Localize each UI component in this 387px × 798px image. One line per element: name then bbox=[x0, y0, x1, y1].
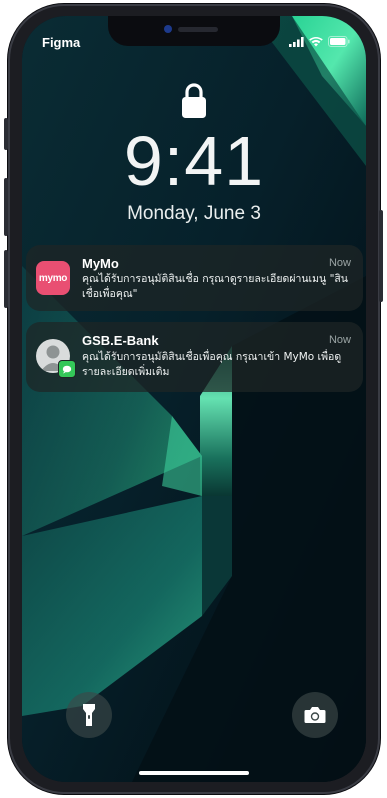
lock-icon bbox=[182, 83, 206, 118]
notification-app-name: GSB.E-Bank bbox=[82, 333, 159, 348]
mymo-app-icon-text: mymo bbox=[38, 272, 68, 284]
battery-icon bbox=[328, 36, 350, 47]
notification-message: คุณได้รับการอนุมัติสินเชื่อเพื่อคุณ กรุณ… bbox=[82, 351, 342, 378]
notch bbox=[108, 16, 280, 46]
notification-time: Now bbox=[328, 257, 351, 269]
front-camera-icon bbox=[164, 25, 172, 33]
notification-message: คุณได้รับการอนุมัติสินเชื่อ กรุณาดูรายละ… bbox=[82, 273, 348, 300]
lock-screen: Figma 9:41 Monday, June 3 mymo MyMo Now bbox=[22, 16, 366, 782]
wifi-icon bbox=[309, 36, 323, 46]
notification-mymo[interactable]: mymo MyMo Now คุณได้รับการอนุมัติสินเชื่… bbox=[26, 245, 363, 311]
power-button bbox=[379, 210, 383, 302]
silent-switch bbox=[4, 118, 8, 150]
volume-down-button bbox=[4, 250, 8, 308]
notification-time: Now bbox=[328, 334, 351, 346]
home-indicator[interactable] bbox=[139, 771, 249, 775]
status-carrier: Figma bbox=[42, 35, 81, 50]
notification-app-name: MyMo bbox=[82, 256, 119, 271]
status-icons bbox=[289, 36, 350, 47]
lock-screen-time: 9:41 bbox=[123, 122, 265, 200]
flashlight-icon bbox=[83, 704, 95, 726]
messages-badge-icon bbox=[58, 360, 76, 378]
mymo-app-icon: mymo bbox=[36, 261, 70, 295]
camera-button[interactable] bbox=[292, 692, 338, 738]
signal-icon bbox=[289, 36, 304, 47]
volume-up-button bbox=[4, 178, 8, 236]
speaker-grille bbox=[178, 27, 218, 32]
lock-screen-date: Monday, June 3 bbox=[127, 203, 261, 224]
flashlight-button[interactable] bbox=[66, 692, 112, 738]
camera-icon bbox=[304, 707, 326, 723]
notification-gsb-ebank[interactable]: GSB.E-Bank Now คุณได้รับการอนุมัติสินเชื… bbox=[26, 322, 363, 392]
